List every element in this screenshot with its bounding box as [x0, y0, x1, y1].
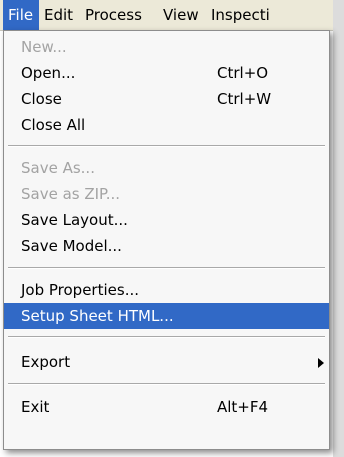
menu-item-label: Open...: [21, 64, 76, 82]
menu-separator: [8, 336, 325, 338]
menu-item-close[interactable]: Close Ctrl+W: [4, 86, 329, 112]
menu-item-save-model[interactable]: Save Model...: [4, 233, 329, 259]
menu-item-export[interactable]: Export: [4, 349, 329, 375]
menu-file[interactable]: File: [3, 0, 39, 30]
menu-process[interactable]: Process: [80, 0, 147, 30]
menu-item-label: Save Layout...: [21, 211, 128, 229]
menu-item-label: Save Model...: [21, 237, 122, 255]
menu-edit[interactable]: Edit: [39, 0, 78, 30]
menu-bar: File Edit Process View Inspecti: [0, 0, 333, 31]
menu-item-close-all[interactable]: Close All: [4, 112, 329, 138]
menu-item-save-layout[interactable]: Save Layout...: [4, 207, 329, 233]
menu-item-save-as: Save As...: [4, 155, 329, 181]
shortcut-label: Ctrl+W: [217, 90, 272, 108]
menu-item-label: Exit: [21, 398, 50, 416]
menu-item-open[interactable]: Open... Ctrl+O: [4, 60, 329, 86]
file-menu-dropdown: New... Open... Ctrl+O Close Ctrl+W Close…: [3, 30, 330, 450]
menu-item-save-as-zip: Save as ZIP...: [4, 181, 329, 207]
shortcut-label: Alt+F4: [217, 398, 269, 416]
menu-item-label: Job Properties...: [21, 281, 140, 299]
menu-item-label: Close: [21, 90, 62, 108]
menu-item-label: New...: [21, 38, 67, 56]
menu-inspection[interactable]: Inspecti: [206, 0, 275, 30]
submenu-arrow-icon: [318, 358, 324, 368]
menu-separator: [8, 383, 325, 385]
menu-item-exit[interactable]: Exit Alt+F4: [4, 394, 329, 420]
window-backdrop: [333, 0, 344, 457]
menu-item-label: Close All: [21, 116, 86, 134]
menu-item-label: Save as ZIP...: [21, 185, 121, 203]
menu-item-job-properties[interactable]: Job Properties...: [4, 277, 329, 303]
menu-item-new: New...: [4, 34, 329, 60]
menu-separator: [8, 267, 325, 269]
menu-item-label: Save As...: [21, 159, 95, 177]
menu-item-label: Export: [21, 353, 71, 371]
menu-view[interactable]: View: [158, 0, 204, 30]
menu-item-setup-sheet-html[interactable]: Setup Sheet HTML...: [4, 303, 329, 329]
menu-separator: [8, 145, 325, 147]
menu-item-label: Setup Sheet HTML...: [21, 307, 174, 325]
shortcut-label: Ctrl+O: [217, 64, 269, 82]
